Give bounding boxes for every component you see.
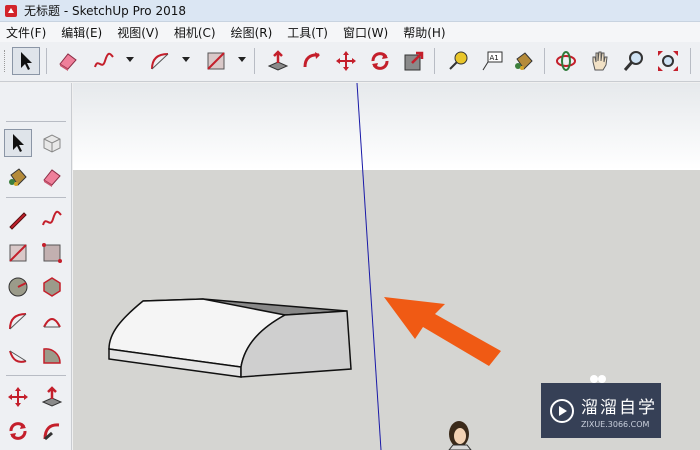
tape-measure-tool-button[interactable] — [444, 47, 472, 75]
two-point-arc-icon — [43, 318, 61, 328]
sketchup-logo-icon — [5, 4, 17, 17]
side-component-tool[interactable] — [38, 129, 66, 157]
annotation-arrow — [384, 297, 501, 366]
arc-dropdown-arrow[interactable] — [182, 57, 190, 62]
move-tool-button[interactable] — [332, 47, 360, 75]
zoom-tool-button[interactable] — [620, 47, 648, 75]
range-hood-model[interactable] — [108, 298, 352, 378]
small-figure-marker — [590, 375, 606, 383]
side-eraser-tool[interactable] — [38, 163, 66, 191]
side-rectangle-tool[interactable] — [4, 239, 32, 267]
rotate-icon — [9, 422, 27, 440]
toolbar-grip[interactable] — [4, 50, 6, 72]
side-circle-tool[interactable] — [4, 273, 32, 301]
circle-icon — [8, 277, 28, 297]
eraser-icon — [43, 169, 61, 187]
zoom-extents-tool-button[interactable] — [654, 47, 682, 75]
text-tool-label: A1 — [490, 54, 499, 62]
model-viewport[interactable]: 溜溜自学 ZIXUE.3066.COM — [73, 83, 700, 450]
select-tool-button[interactable] — [12, 47, 40, 75]
menu-tools[interactable]: 工具(T) — [287, 24, 328, 41]
push-pull-icon — [267, 50, 289, 71]
side-follow-me-tool[interactable] — [38, 417, 66, 445]
orbit-icon — [556, 51, 576, 71]
pencil-line-icon — [9, 212, 27, 230]
cursor-arrow-icon — [13, 134, 24, 152]
arc-tool-button[interactable] — [146, 47, 174, 75]
watermark-url: ZIXUE.3066.COM — [581, 419, 650, 429]
title-bar: 无标题 - SketchUp Pro 2018 — [0, 0, 700, 22]
menu-edit[interactable]: 编辑(E) — [61, 24, 102, 41]
menu-draw[interactable]: 绘图(R) — [231, 24, 273, 41]
watermark-brand: 溜溜自学 — [581, 397, 657, 418]
pan-tool-button[interactable] — [586, 47, 614, 75]
rotate-icon — [371, 52, 389, 70]
person-figure — [448, 421, 472, 450]
freehand-curve-icon — [42, 210, 62, 226]
follow-me-icon — [43, 423, 60, 441]
paint-bucket-tool-button[interactable] — [510, 47, 538, 75]
menu-bar: 文件(F) 编辑(E) 视图(V) 相机(C) 绘图(R) 工具(T) 窗口(W… — [0, 22, 700, 42]
side-select-tool[interactable] — [4, 129, 32, 157]
arc-icon — [9, 313, 27, 330]
rotated-rectangle-icon — [42, 243, 62, 263]
side-rotated-rectangle-tool[interactable] — [38, 239, 66, 267]
large-tool-set — [0, 83, 72, 450]
text-label-icon: A1 — [482, 51, 503, 71]
scale-icon — [404, 51, 424, 71]
paint-bucket-icon — [9, 168, 27, 186]
freehand-tool-button[interactable] — [90, 47, 118, 75]
watermark-badge: 溜溜自学 ZIXUE.3066.COM — [541, 383, 661, 438]
side-polygon-tool[interactable] — [38, 273, 66, 301]
scale-tool-button[interactable] — [400, 47, 428, 75]
side-rotate-tool[interactable] — [4, 417, 32, 445]
three-point-arc-icon — [9, 350, 27, 363]
freehand-curve-icon — [94, 52, 114, 68]
push-pull-tool-button[interactable] — [264, 47, 292, 75]
eraser-tool-button[interactable] — [54, 47, 82, 75]
side-paint-bucket-tool[interactable] — [4, 163, 32, 191]
rectangle-dropdown-arrow[interactable] — [238, 57, 246, 62]
text-tool-button[interactable]: A1 — [478, 47, 506, 75]
freehand-dropdown-arrow[interactable] — [126, 57, 134, 62]
menu-file[interactable]: 文件(F) — [6, 24, 46, 41]
side-two-point-arc-tool[interactable] — [38, 307, 66, 335]
orbit-tool-button[interactable] — [552, 47, 580, 75]
tape-measure-icon — [449, 51, 468, 70]
menu-help[interactable]: 帮助(H) — [403, 24, 445, 41]
hand-pan-icon — [592, 51, 608, 71]
side-push-pull-tool[interactable] — [38, 383, 66, 411]
menu-window[interactable]: 窗口(W) — [343, 24, 388, 41]
move-arrows-icon — [8, 387, 28, 407]
arc-icon — [151, 53, 169, 70]
main-toolbar: A1 — [0, 42, 700, 82]
side-pie-tool[interactable] — [38, 341, 66, 369]
rectangle-icon — [9, 244, 27, 262]
side-move-tool[interactable] — [4, 383, 32, 411]
menu-view[interactable]: 视图(V) — [117, 24, 159, 41]
cursor-arrow-icon — [21, 52, 32, 70]
zoom-extents-icon — [658, 51, 678, 71]
polygon-icon — [43, 277, 61, 297]
move-arrows-icon — [336, 51, 356, 71]
rectangle-tool-button[interactable] — [202, 47, 230, 75]
pie-icon — [43, 348, 61, 364]
menu-camera[interactable]: 相机(C) — [174, 24, 216, 41]
magnifier-icon — [623, 51, 643, 71]
side-arc-tool[interactable] — [4, 307, 32, 335]
window-title: 无标题 - SketchUp Pro 2018 — [24, 4, 186, 18]
push-pull-icon — [41, 386, 63, 407]
side-freehand-tool[interactable] — [38, 205, 66, 233]
follow-me-icon — [303, 52, 320, 68]
play-logo-icon — [550, 398, 574, 423]
paint-bucket-icon — [515, 52, 533, 70]
side-line-tool[interactable] — [4, 205, 32, 233]
rectangle-icon — [207, 52, 225, 70]
eraser-icon — [59, 53, 77, 71]
rotate-tool-button[interactable] — [366, 47, 394, 75]
component-cube-icon — [43, 134, 61, 153]
follow-me-tool-button[interactable] — [298, 47, 326, 75]
side-three-point-arc-tool[interactable] — [4, 341, 32, 369]
blue-axis-line — [356, 83, 382, 450]
